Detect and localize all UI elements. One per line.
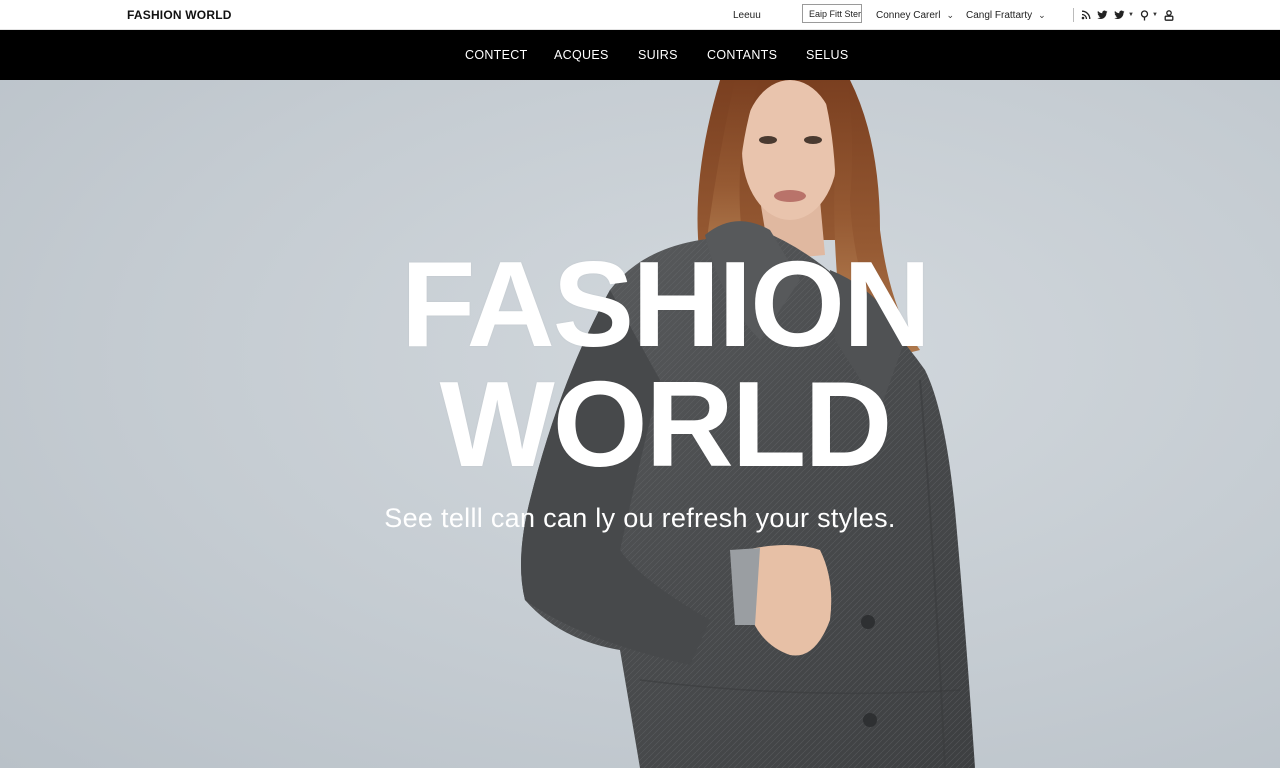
currency-label: Cangl Frattarty [966, 9, 1033, 21]
user-icon[interactable] [1164, 9, 1174, 21]
store-select[interactable]: Eaip Fitt Stert ▼ [802, 4, 862, 23]
currency-dropdown[interactable]: Cangl Frattarty ⌄ [966, 0, 1046, 30]
hero-banner: FASHION WORLD See telll can can ly ou re… [0, 80, 1280, 768]
login-link[interactable]: Leeuu [733, 0, 761, 30]
country-dropdown[interactable]: Conney Carerl ⌄ [876, 0, 954, 30]
caret-down-icon: ▼ [1151, 12, 1158, 18]
nav-item-acques[interactable]: ACQUES [554, 30, 609, 80]
twitter-icon[interactable] [1114, 10, 1125, 20]
main-navigation: CONTECT ACQUES SUIRS CONTANTS SELUS [0, 30, 1280, 80]
brand-logo[interactable]: FASHION WORLD [127, 8, 232, 22]
social-icons: ▼ ▼ [1073, 0, 1174, 30]
chevron-down-icon: ⌄ [946, 9, 955, 20]
rss-icon[interactable] [1081, 10, 1091, 20]
divider [1073, 8, 1074, 22]
nav-item-selus[interactable]: SELUS [806, 30, 849, 80]
location-pin-icon[interactable] [1140, 9, 1149, 21]
hero-title-line1: FASHION [400, 236, 931, 372]
hero-subtitle: See telll can can ly ou refresh your sty… [384, 503, 896, 533]
nav-item-contants[interactable]: CONTANTS [707, 30, 777, 80]
top-utility-bar: FASHION WORLD Leeuu Eaip Fitt Stert ▼ Co… [0, 0, 1280, 30]
chevron-down-icon: ⌄ [1038, 9, 1046, 20]
hero-title-line2: WORLD [439, 356, 893, 492]
caret-down-icon: ▼ [1128, 12, 1134, 18]
nav-item-suirs[interactable]: SUIRS [638, 30, 678, 80]
twitter-icon[interactable] [1097, 10, 1108, 20]
store-select-value: Eaip Fitt Stert [809, 8, 862, 19]
country-label: Conney Carerl [876, 9, 941, 21]
nav-item-contect[interactable]: CONTECT [465, 30, 528, 80]
